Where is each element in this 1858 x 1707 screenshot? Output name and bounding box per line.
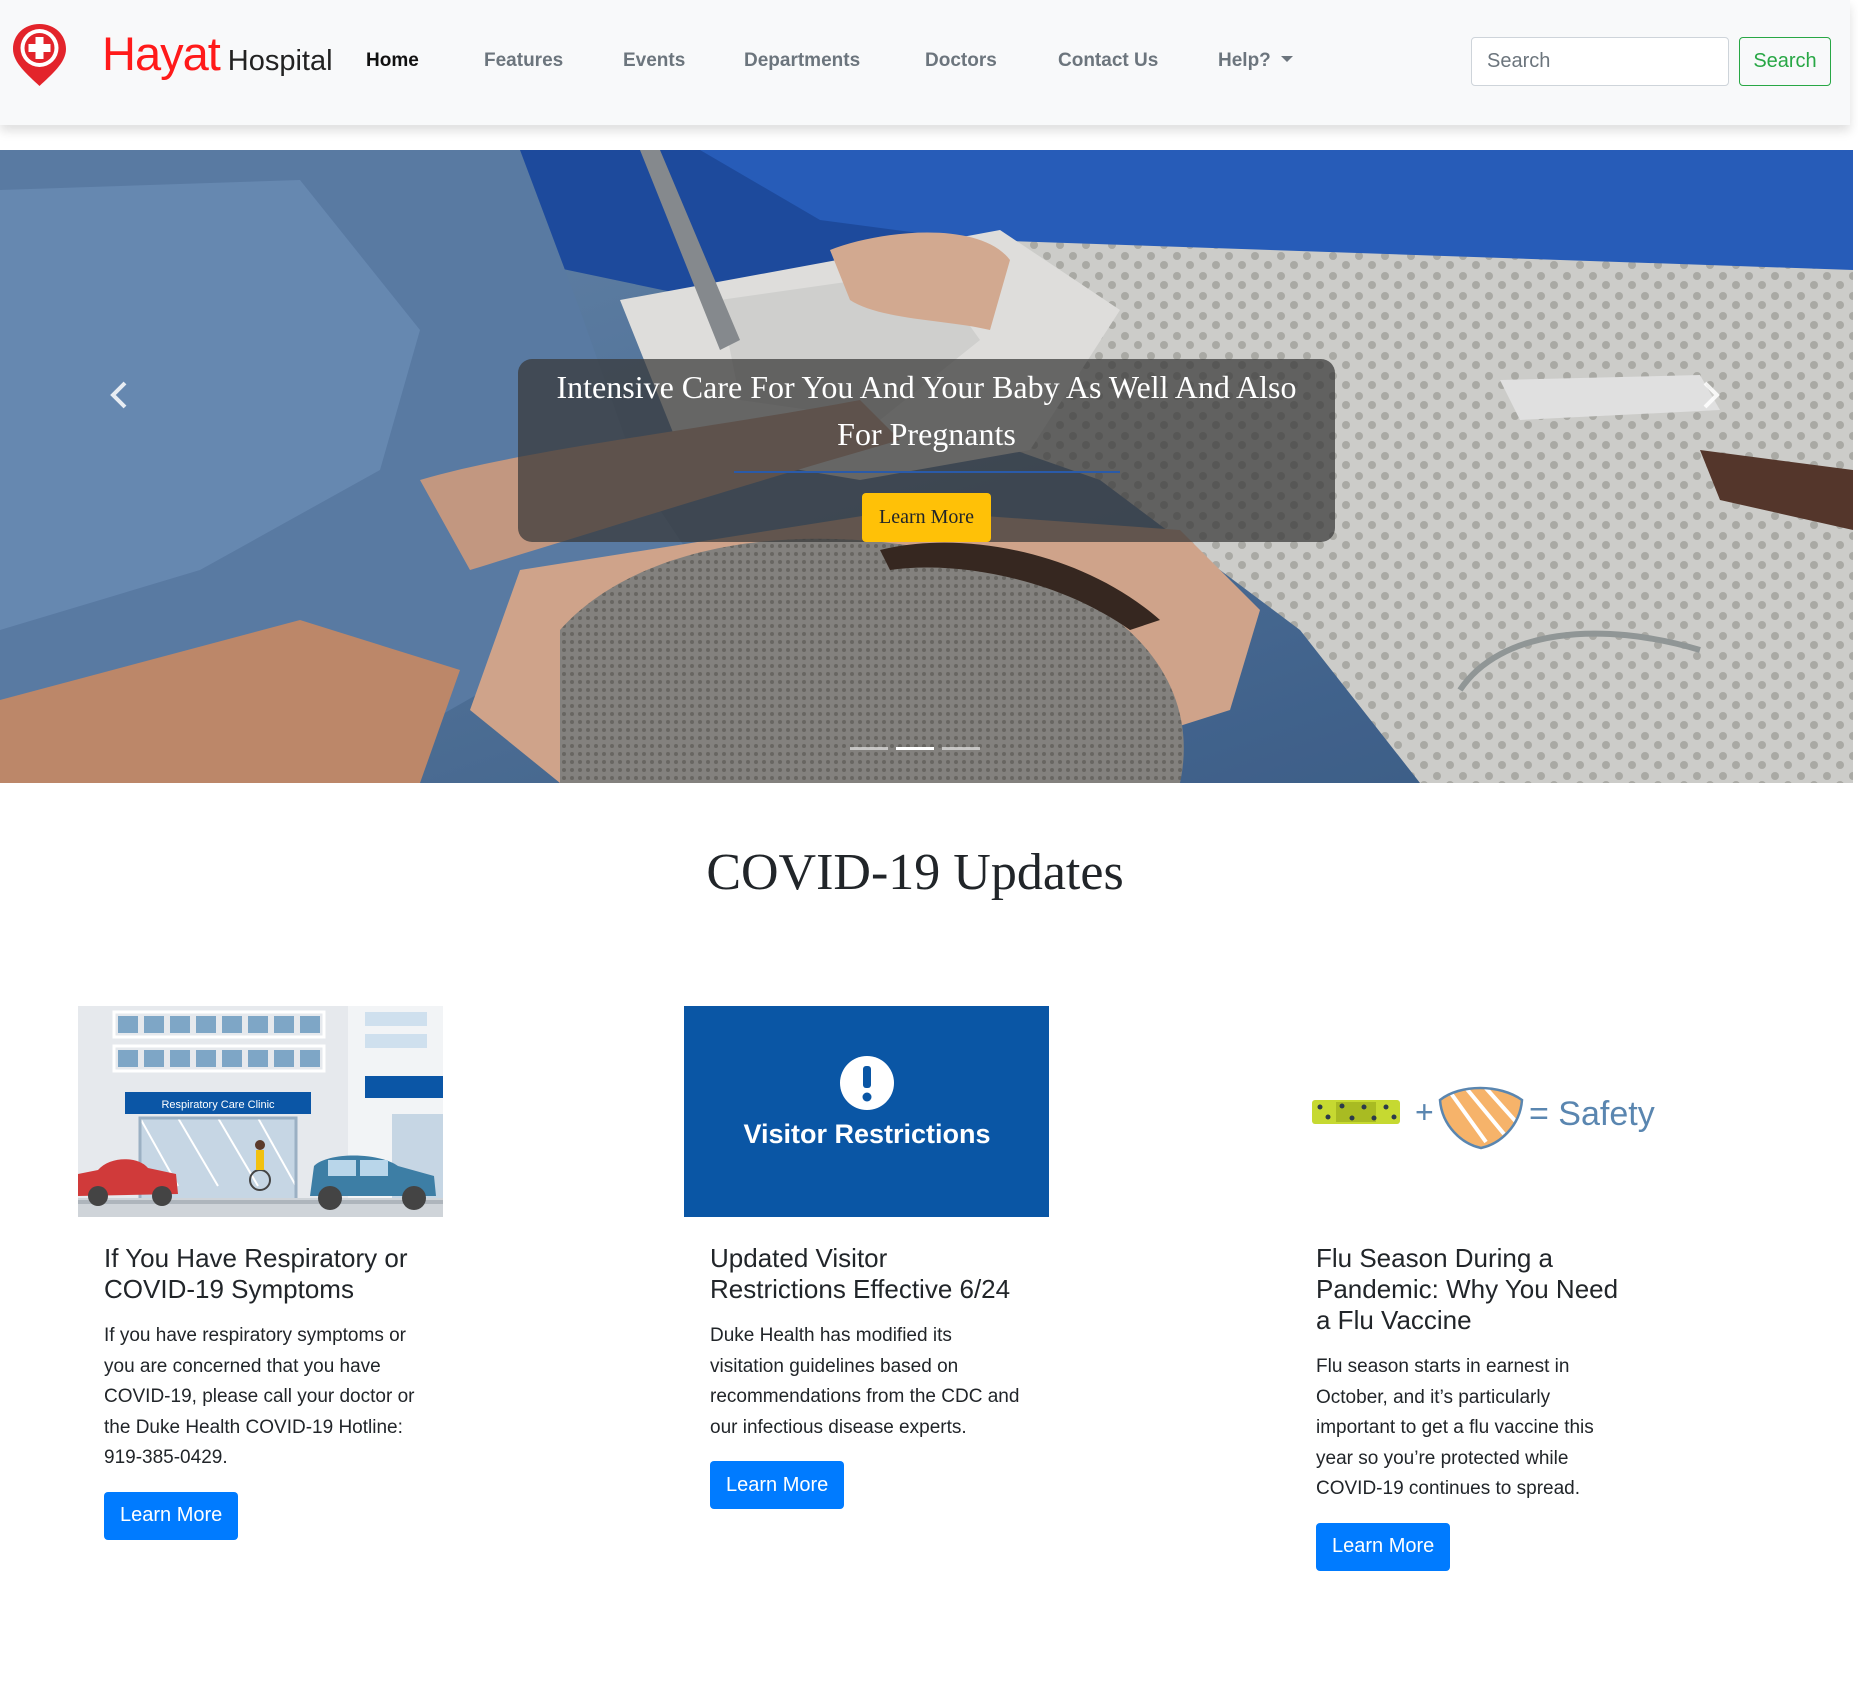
nav-events[interactable]: Events: [623, 50, 685, 72]
respiratory-clinic-illustration: Respiratory Care Clinic: [78, 1006, 443, 1217]
carousel-next-button[interactable]: [1682, 365, 1742, 425]
learn-more-button[interactable]: Learn More: [710, 1461, 845, 1509]
carousel-indicator-2[interactable]: [896, 747, 934, 750]
card-title: If You Have Respiratory or COVID-19 Symp…: [104, 1243, 408, 1304]
card-title: Updated Visitor Restrictions Effective 6…: [710, 1243, 1011, 1304]
caret-down-icon: [1280, 56, 1293, 62]
search-button[interactable]: Search: [1739, 37, 1831, 86]
carousel-indicators: [850, 747, 980, 750]
carousel-indicator-3[interactable]: [942, 747, 980, 750]
brand[interactable]: Hayat Hospital: [102, 26, 333, 81]
carousel-prev-button[interactable]: [88, 365, 148, 425]
section-title: COVID-19 Updates: [706, 844, 1124, 901]
card-title: Flu Season During a Pandemic: Why You Ne…: [1316, 1243, 1619, 1335]
clinic-sign-text: Respiratory Care Clinic: [161, 1099, 275, 1111]
card-text: If you have respiratory symptoms or you …: [104, 1325, 415, 1468]
visitor-restrictions-banner: Visitor Restrictions: [684, 1006, 1049, 1217]
update-card-respiratory: Respiratory Care Clinic If You Have Resp…: [78, 1006, 443, 1540]
bandage-plus-mask-equals-safety-illustration: + = Safety: [1290, 1006, 1655, 1217]
nav-features[interactable]: Features: [484, 50, 563, 72]
visitor-restrictions-image-text: Visitor Restrictions: [743, 1119, 990, 1149]
brand-name-primary: Hayat: [102, 27, 221, 80]
nav-doctors[interactable]: Doctors: [925, 50, 997, 72]
update-card-flu-vaccine: + = Safety Flu Season During a Pandemic:…: [1290, 1006, 1655, 1571]
nav-contact-us[interactable]: Contact Us: [1058, 50, 1158, 72]
nav-departments[interactable]: Departments: [744, 50, 860, 72]
safety-image-text: = Safety: [1529, 1095, 1655, 1133]
caption-divider: [734, 471, 1120, 473]
card-text: Flu season starts in earnest in October,…: [1316, 1356, 1594, 1499]
carousel-learn-more-button[interactable]: Learn More: [862, 493, 991, 542]
hospital-cross-logo-icon[interactable]: [11, 22, 68, 88]
nav-help-dropdown[interactable]: Help?: [1218, 50, 1293, 72]
nav-help-label: Help?: [1218, 50, 1271, 71]
learn-more-button[interactable]: Learn More: [104, 1491, 239, 1540]
carousel-indicator-1[interactable]: [850, 747, 888, 750]
learn-more-button[interactable]: Learn More: [1316, 1522, 1451, 1571]
hero-carousel: Intensive Care For You And Your Baby As …: [0, 150, 1853, 783]
nav-home[interactable]: Home: [366, 50, 419, 72]
carousel-caption: Intensive Care For You And Your Baby As …: [518, 359, 1335, 542]
search-input[interactable]: [1471, 37, 1729, 86]
card-text: Duke Health has modified its visitation …: [710, 1325, 1020, 1438]
navbar: Hayat Hospital Home Features Events Depa…: [0, 0, 1850, 125]
plus-sign-icon: +: [1415, 1094, 1434, 1130]
brand-name-secondary: Hospital: [227, 45, 333, 77]
chevron-right-icon: [1703, 381, 1720, 409]
update-card-visitor-restrictions: Visitor Restrictions Updated Visitor Res…: [684, 1006, 1049, 1509]
carousel-caption-title: Intensive Care For You And Your Baby As …: [556, 369, 1297, 452]
chevron-left-icon: [110, 381, 127, 409]
